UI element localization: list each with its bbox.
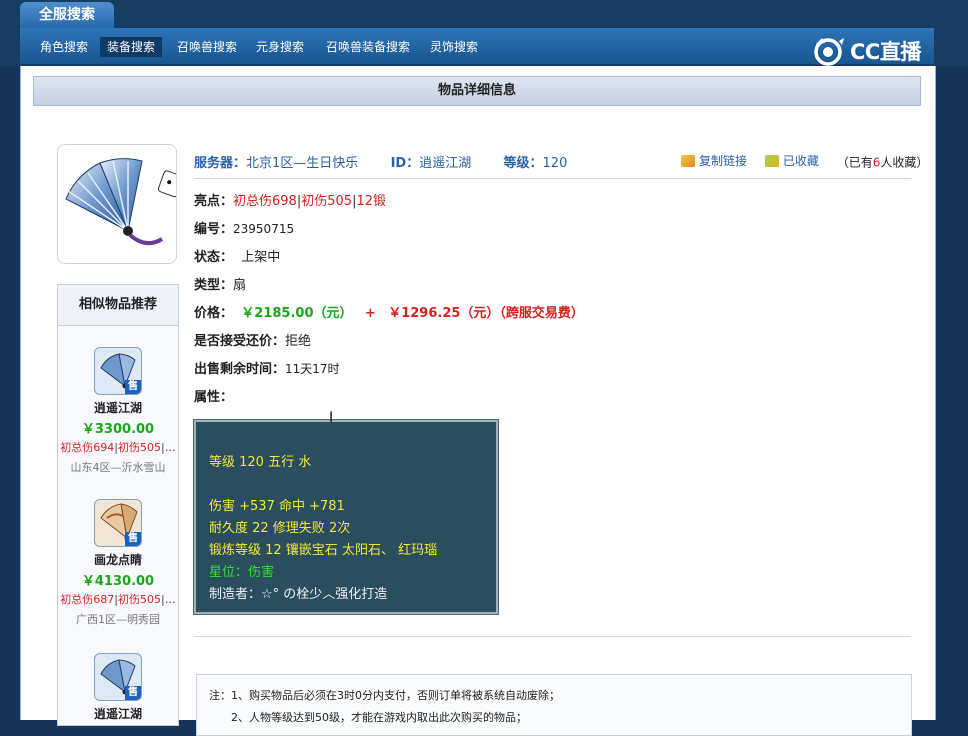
nav-summon-equipment-search[interactable]: 召唤兽装备搜索 — [319, 37, 417, 57]
similar-item-card[interactable]: 售 画龙点睛 ￥4130.00 初总伤687|初伤505|… 广西1区—明秀园 — [58, 499, 178, 627]
seller-id: 逍遥江湖 — [419, 156, 472, 171]
similar-item-card[interactable]: 售 逍遥江湖 — [58, 653, 178, 722]
attr-line: 伤害 +537 命中 +781 — [209, 499, 345, 514]
similar-item-name[interactable]: 逍遥江湖 — [58, 399, 178, 416]
similar-item-tags: 初总伤687|初伤505|… — [60, 593, 176, 606]
similar-item-server: 山东4区—沂水雪山 — [70, 461, 166, 474]
item-number: 23950715 — [233, 222, 295, 236]
bargain-value: 拒绝 — [285, 334, 312, 349]
type-row: 类型：扇 — [194, 278, 247, 293]
nav-role-search[interactable]: 角色搜索 — [33, 37, 95, 57]
attr-line: 耐久度 22 修理失败 2次 — [209, 521, 351, 536]
item-type: 扇 — [233, 278, 247, 293]
attr-line: 星位：伤害 — [209, 565, 275, 580]
attr-line: 锻炼等级 12 镶嵌宝石 太阳石、 红玛瑙 — [209, 543, 438, 558]
sale-badge: 售 — [125, 686, 141, 700]
similar-items-title: 相似物品推荐 — [58, 285, 178, 326]
nav-avatar-search[interactable]: 元身搜索 — [249, 37, 311, 57]
item-price: ￥2185.00（元） — [241, 306, 353, 321]
favorite-count: （已有6人收藏） — [836, 155, 929, 170]
remaining-time-row: 出售剩余时间：11天17时 — [194, 362, 340, 377]
note-line: 2、人物等级达到50级，才能在游戏内取出此次购买的物品； — [231, 711, 527, 724]
sale-badge: 售 — [125, 532, 141, 546]
similar-item-thumbnail[interactable]: 售 — [94, 347, 142, 395]
similar-item-thumbnail[interactable]: 售 — [94, 653, 142, 701]
similar-item-card[interactable]: 售 逍遥江湖 ￥3300.00 初总伤694|初伤505|… 山东4区—沂水雪山 — [58, 347, 178, 475]
attr-line: 制造者：☆° の栓少︿强化打造 — [209, 587, 388, 602]
top-bar: 全服搜索 角色搜索 装备搜索 召唤兽搜索 元身搜索 召唤兽装备搜索 灵饰搜索 C… — [0, 0, 968, 66]
server-name: 北京1区—生日快乐 — [246, 156, 359, 171]
cc-logo-icon — [814, 38, 844, 66]
price-row: 价格： ￥2185.00（元） + ￥1296.25（元）（跨服交易费） — [194, 306, 584, 321]
similar-item-tags: 初总伤694|初伤505|… — [60, 441, 176, 454]
similar-item-price: ￥4130.00 — [81, 574, 155, 589]
item-detail-panel: 物品详细信息 相似物品推荐 售 逍遥江湖 ￥3300.00 初总伤694|初伤5… — [20, 66, 936, 736]
highlights-row: 亮点：初总伤698|初伤505|12锻 — [194, 194, 386, 209]
divider — [194, 636, 911, 637]
page-title: 物品详细信息 — [33, 76, 921, 106]
highlight-tag: 12锻 — [356, 194, 386, 209]
tab-global-search[interactable]: 全服搜索 — [20, 2, 114, 29]
attributes-row: 属性： — [194, 390, 234, 405]
item-status: 上架中 — [241, 250, 281, 265]
highlight-tag: 初总伤698 — [233, 194, 297, 209]
similar-item-price: ￥3300.00 — [81, 422, 155, 437]
item-header-row: 服务器：北京1区—生日快乐 ID：逍遥江湖 等级：120 — [194, 156, 568, 171]
search-nav: 角色搜索 装备搜索 召唤兽搜索 元身搜索 召唤兽装备搜索 灵饰搜索 — [20, 28, 934, 64]
link-icon — [681, 154, 695, 167]
number-row: 编号：23950715 — [194, 222, 295, 237]
item-level: 120 — [542, 156, 568, 171]
attribute-panel: 等级 120 五行 水 伤害 +537 命中 +781 耐久度 22 修理失败 … — [193, 419, 499, 615]
similar-items-panel: 相似物品推荐 售 逍遥江湖 ￥3300.00 初总伤694|初伤505|… 山东… — [57, 284, 179, 726]
cc-live-logo: CC直播 — [812, 34, 921, 68]
bargain-row: 是否接受还价：拒绝 — [194, 334, 312, 349]
nav-equipment-search[interactable]: 装备搜索 — [100, 37, 163, 57]
similar-item-server: 广西1区—明秀园 — [76, 613, 160, 626]
nav-summon-search[interactable]: 召唤兽搜索 — [170, 37, 244, 57]
divider — [194, 178, 911, 179]
favorite-button[interactable]: 已收藏 — [764, 152, 819, 169]
item-fan-image — [57, 144, 177, 264]
nav-ornament-search[interactable]: 灵饰搜索 — [423, 37, 485, 57]
note-line: 注：1、购买物品后必须在3时0分内支付，否则订单将被系统自动废除； — [209, 689, 560, 702]
similar-item-thumbnail[interactable]: 售 — [94, 499, 142, 547]
similar-item-name[interactable]: 逍遥江湖 — [58, 705, 178, 722]
cross-server-fee: ￥1296.25（元）（跨服交易费） — [388, 306, 584, 321]
favorite-icon — [764, 154, 779, 167]
fan-icon — [65, 158, 176, 246]
similar-item-name[interactable]: 画龙点睛 — [58, 551, 178, 568]
status-row: 状态： 上架中 — [194, 250, 281, 265]
sale-badge: 售 — [125, 380, 141, 394]
remaining-time: 11天17时 — [285, 362, 340, 376]
copy-link-button[interactable]: 复制链接 — [681, 152, 747, 169]
text-cursor-icon: I — [329, 410, 334, 426]
purchase-notes: 注：1、购买物品后必须在3时0分内支付，否则订单将被系统自动废除； 2、人物等级… — [196, 674, 912, 736]
highlight-tag: 初伤505 — [301, 194, 353, 209]
item-actions: 复制链接 已收藏 （已有6人收藏） — [681, 152, 928, 171]
attr-line: 等级 120 五行 水 — [209, 455, 312, 470]
